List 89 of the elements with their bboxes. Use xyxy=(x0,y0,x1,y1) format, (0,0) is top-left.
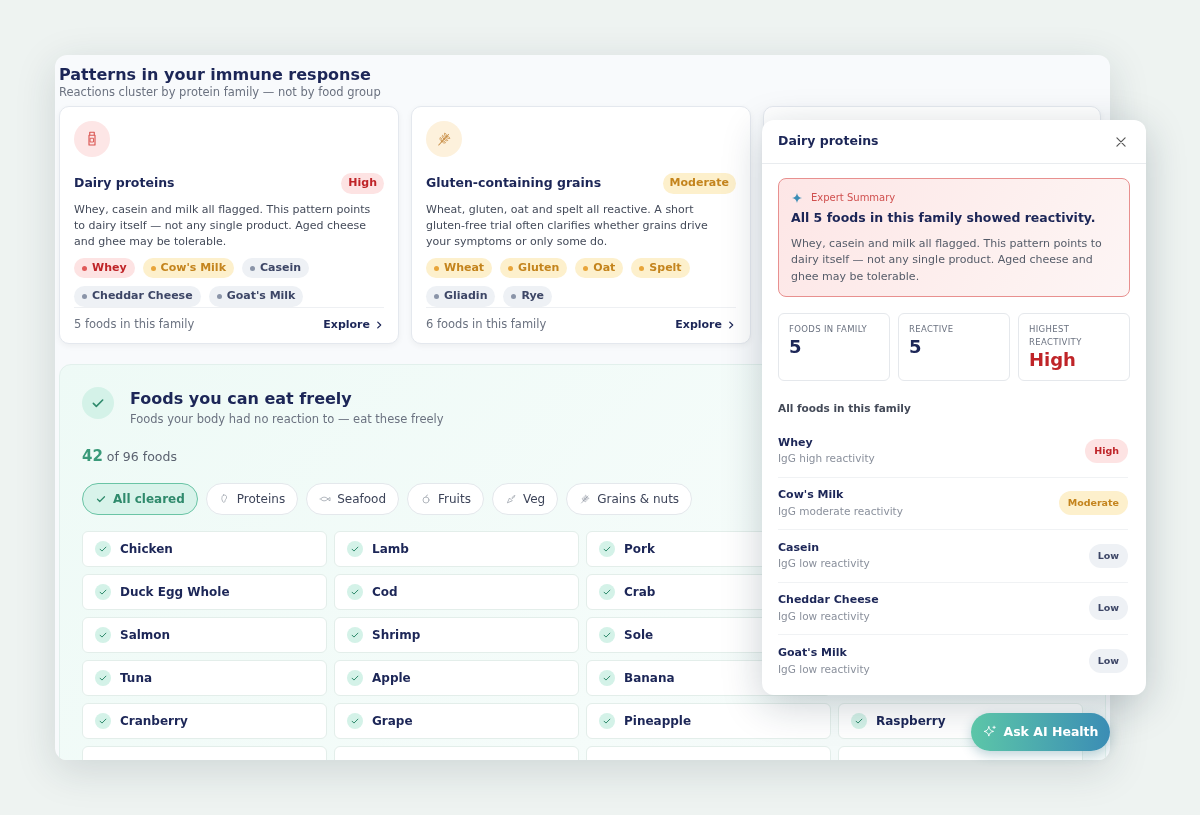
food-tile: Tuna xyxy=(82,660,327,697)
check-icon xyxy=(602,630,612,641)
summary-text: Whey, casein and milk all flagged. This pattern points to dairy itself — not any single product. Aged cheese and ghee may be tolerable. xyxy=(791,235,1103,285)
reactivity-badge: Low xyxy=(1088,596,1128,621)
summary-title: All 5 foods in this family showed reactivity. xyxy=(791,209,1097,227)
filter-pill[interactable]: Seafood xyxy=(306,483,400,516)
food-tile: Lamb xyxy=(334,531,579,568)
family-description: Wheat, gluten, oat and spelt all reactive. A short gluten-free trial often clarifies whether grains drive your symptoms or only some do. xyxy=(426,201,709,250)
apple-icon xyxy=(420,493,433,506)
reactivity-badge: Moderate xyxy=(1058,491,1128,516)
food-tile: Apple xyxy=(334,660,579,697)
food-count: 5 foods in this family xyxy=(74,316,195,334)
check-icon xyxy=(98,716,108,727)
panel-title: Foods you can eat freely xyxy=(130,388,353,411)
reactivity-badge: Low xyxy=(1088,543,1128,568)
food-tag: Gluten xyxy=(500,257,568,279)
close-icon xyxy=(1114,135,1128,149)
stat-label: REACTIVE xyxy=(909,323,955,336)
food-tile: Cranberry xyxy=(82,703,327,740)
explore-link[interactable]: Explore xyxy=(323,316,384,334)
check-icon xyxy=(350,544,360,555)
summary-label: Expert Summary xyxy=(811,191,896,205)
popover-title: Dairy proteins xyxy=(778,132,879,151)
food-tag: Cheddar Cheese xyxy=(74,286,201,307)
panel-subtitle: Foods your body had no reaction to — eat these freely xyxy=(130,411,444,429)
stat-label: FOODS IN FAMILY xyxy=(789,323,869,336)
filter-pill[interactable]: Veg xyxy=(491,483,559,516)
reactivity-badge: High xyxy=(1085,438,1128,463)
chevron-right-icon xyxy=(726,319,736,330)
food-tag: Spelt xyxy=(631,257,690,279)
check-icon xyxy=(350,630,360,641)
stat-value: 5 xyxy=(909,336,923,358)
check-icon xyxy=(602,587,612,598)
food-tag: Rye xyxy=(503,286,553,307)
reactivity-badge: Low xyxy=(1088,649,1128,674)
section-subtitle: Reactions cluster by protein family — not by food group xyxy=(59,84,382,102)
check-icon xyxy=(350,587,360,598)
stat-value: High xyxy=(1029,348,1077,371)
check-icon xyxy=(350,673,360,684)
family-description: Whey, casein and milk all flagged. This pattern points to dairy itself — not any single product. Aged cheese and ghee may be tolerable. xyxy=(74,201,372,250)
wheat-icon xyxy=(435,130,453,149)
food-name: Whey xyxy=(778,434,814,451)
food-tile: Cod xyxy=(334,574,579,611)
check-icon xyxy=(98,673,108,684)
food-detail: IgG high reactivity xyxy=(778,451,875,467)
food-tag: Wheat xyxy=(426,257,493,279)
chevron-right-icon xyxy=(374,319,384,330)
explore-link[interactable]: Explore xyxy=(675,316,736,334)
food-tile: Duck Egg Whole xyxy=(82,574,327,611)
filter-pill[interactable]: Fruits xyxy=(407,483,484,516)
food-tag: Gliadin xyxy=(426,286,496,307)
carrot-icon xyxy=(504,493,517,506)
check-icon xyxy=(602,716,612,727)
check-icon xyxy=(602,673,612,684)
cleared-count: 42 of 96 foods xyxy=(82,445,177,467)
check-icon xyxy=(98,544,108,555)
check-icon xyxy=(854,716,864,727)
section-title: Patterns in your immune response xyxy=(59,65,372,85)
food-name: Cow's Milk xyxy=(778,487,845,504)
food-tag: Goat's Milk xyxy=(208,286,304,307)
food-detail: IgG moderate reactivity xyxy=(778,503,903,519)
food-tag: Cow's Milk xyxy=(142,257,234,279)
food-tile: Chicken xyxy=(82,531,327,568)
reactivity-badge: High xyxy=(341,173,384,194)
sparkle-icon xyxy=(791,191,803,204)
food-count: 6 foods in this family xyxy=(426,316,547,334)
list-title: All foods in this family xyxy=(778,401,912,417)
filter-pill[interactable]: Grains & nuts xyxy=(566,483,693,516)
check-icon xyxy=(602,544,612,555)
stat-label: HIGHEST REACTIVITY xyxy=(1029,323,1083,349)
food-name: Casein xyxy=(778,539,821,556)
food-tile: Pineapple xyxy=(586,703,831,740)
check-icon xyxy=(350,716,360,727)
wheat-icon xyxy=(579,493,592,506)
food-tag: Oat xyxy=(575,257,624,279)
family-name: Gluten-containing grains xyxy=(426,174,602,193)
food-tile: Grape xyxy=(334,703,579,740)
food-tile: Shrimp xyxy=(334,617,579,654)
food-tag: Whey xyxy=(74,257,135,279)
reactivity-badge: Moderate xyxy=(662,173,736,194)
family-name: Dairy proteins xyxy=(74,174,175,193)
filter-pill[interactable]: Proteins xyxy=(205,483,299,516)
check-icon xyxy=(98,587,108,598)
check-icon xyxy=(98,630,108,641)
stat-value: 5 xyxy=(789,336,803,358)
food-tile: Salmon xyxy=(82,617,327,654)
food-tag: Casein xyxy=(241,257,310,279)
filter-pill[interactable]: All cleared xyxy=(82,483,198,516)
sparkle-icon xyxy=(982,725,997,739)
